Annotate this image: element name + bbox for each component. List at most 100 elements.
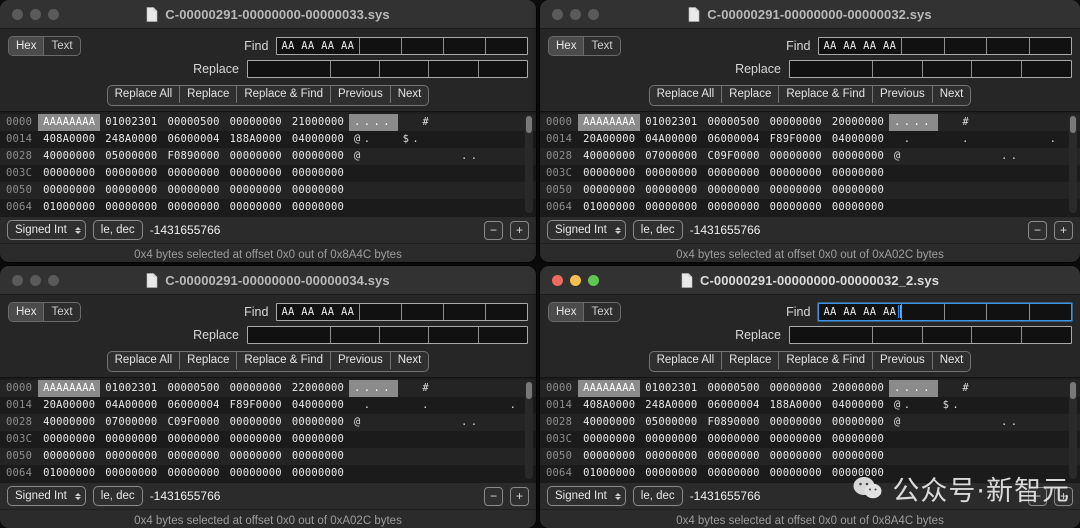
replace-input[interactable] bbox=[246, 59, 528, 78]
hex-text-segmented-control[interactable]: Hex Text bbox=[548, 301, 621, 322]
segment-text[interactable]: Text bbox=[583, 302, 619, 321]
next-button[interactable]: Next bbox=[931, 352, 971, 369]
minimize-button[interactable] bbox=[570, 274, 581, 286]
maximize-button[interactable] bbox=[588, 274, 599, 286]
find-cell-1[interactable] bbox=[902, 37, 945, 54]
find-cell-4[interactable] bbox=[1030, 38, 1071, 54]
hex-view[interactable]: 0000 0014 0028 003C 0050 0064 AAAAAAAA 01002301… bbox=[540, 111, 1080, 216]
segment-text[interactable]: Text bbox=[583, 36, 619, 55]
scrollbar-thumb[interactable] bbox=[1070, 382, 1076, 399]
segment-hex[interactable]: Hex bbox=[549, 302, 584, 321]
find-cell-1[interactable] bbox=[360, 37, 403, 54]
replace-cell-0[interactable] bbox=[790, 60, 873, 77]
segment-text[interactable]: Text bbox=[43, 36, 79, 55]
ascii-row[interactable] bbox=[349, 165, 536, 182]
hex-column[interactable]: AAAAAAAA 01002301 00000500 00000000 21000000… bbox=[38, 112, 350, 216]
segment-hex[interactable]: Hex bbox=[549, 36, 584, 55]
find-cell-4[interactable] bbox=[486, 304, 527, 320]
hex-scrollbar[interactable] bbox=[1069, 381, 1077, 479]
replace-cell-4[interactable] bbox=[1022, 61, 1071, 77]
find-cell-3[interactable] bbox=[987, 37, 1030, 54]
replace-cell-0[interactable] bbox=[248, 60, 331, 77]
close-button[interactable] bbox=[12, 8, 23, 20]
replace-input[interactable] bbox=[788, 325, 1072, 344]
hex-scrollbar[interactable] bbox=[525, 381, 533, 479]
hex-view[interactable]: 0000 0014 0028 003C 0050 0064 AAAAAAAA 01002301… bbox=[0, 377, 536, 482]
hex-view[interactable]: 0000 0014 0028 003C 0050 0064 AAAAAAAA 01002301… bbox=[0, 111, 536, 216]
hex-scrollbar[interactable] bbox=[525, 115, 533, 213]
hex-row[interactable]: 00000000 00000000 00000000 00000000 00000000 bbox=[38, 431, 350, 448]
ascii-row[interactable]: . . . . bbox=[889, 131, 1080, 148]
replace-cell-4[interactable] bbox=[1022, 327, 1071, 343]
replace-cell-4[interactable] bbox=[479, 327, 527, 343]
find-cell-0[interactable]: AA AA AA AA bbox=[819, 303, 903, 320]
decrement-button[interactable]: − bbox=[484, 220, 503, 240]
replace-cell-2[interactable] bbox=[380, 60, 430, 77]
hex-row[interactable]: 40000000 07000000 C09F0000 00000000 00000000 bbox=[578, 148, 890, 165]
hex-row[interactable]: AAAAAAAA 01002301 00000500 00000000 21000000 bbox=[38, 114, 350, 131]
ascii-row[interactable] bbox=[349, 182, 536, 199]
next-button[interactable]: Next bbox=[931, 86, 971, 103]
find-cell-1[interactable] bbox=[360, 303, 403, 320]
replace-cell-3[interactable] bbox=[429, 326, 479, 343]
hex-row[interactable]: 00000000 00000000 00000000 00000000 00000000 bbox=[38, 448, 350, 465]
ascii-row[interactable]: .... # ! bbox=[349, 114, 536, 131]
close-button[interactable] bbox=[552, 8, 563, 20]
hex-row[interactable]: 01000000 00000000 00000000 00000000 00000000 bbox=[578, 465, 890, 482]
previous-button[interactable]: Previous bbox=[871, 86, 932, 103]
maximize-button[interactable] bbox=[48, 274, 59, 286]
increment-button[interactable]: + bbox=[510, 220, 529, 240]
titlebar[interactable]: C-00000291-00000000-00000032_2.sys bbox=[540, 266, 1080, 295]
hex-row[interactable]: 00000000 00000000 00000000 00000000 00000000 bbox=[578, 448, 890, 465]
segment-hex[interactable]: Hex bbox=[9, 36, 44, 55]
hex-column[interactable]: AAAAAAAA 01002301 00000500 00000000 20000000… bbox=[578, 112, 890, 216]
ascii-row[interactable] bbox=[889, 431, 1080, 448]
replace-button[interactable]: Replace bbox=[721, 352, 778, 369]
increment-button[interactable]: + bbox=[1054, 486, 1073, 506]
find-input[interactable]: AA AA AA AA bbox=[276, 36, 528, 55]
replace-cell-0[interactable] bbox=[248, 326, 331, 343]
maximize-button[interactable] bbox=[48, 8, 59, 20]
replace-cell-3[interactable] bbox=[972, 326, 1023, 343]
replace-cell-1[interactable] bbox=[331, 60, 381, 77]
find-cell-3[interactable] bbox=[444, 37, 487, 54]
hex-view[interactable]: 0000 0014 0028 003C 0050 0064 AAAAAAAA 01002301… bbox=[540, 377, 1080, 482]
find-cell-2[interactable] bbox=[945, 37, 988, 54]
ascii-row[interactable] bbox=[889, 182, 1080, 199]
ascii-row[interactable] bbox=[349, 431, 536, 448]
minimize-button[interactable] bbox=[30, 8, 41, 20]
previous-button[interactable]: Previous bbox=[329, 352, 390, 369]
next-button[interactable]: Next bbox=[389, 352, 429, 369]
scrollbar-thumb[interactable] bbox=[526, 116, 532, 133]
segment-hex[interactable]: Hex bbox=[9, 302, 44, 321]
hex-text-segmented-control[interactable]: Hex Text bbox=[8, 35, 81, 56]
replace-cell-1[interactable] bbox=[873, 60, 923, 77]
hex-row[interactable]: 01000000 00000000 00000000 00000000 00000000 bbox=[38, 465, 350, 482]
replace-and-find-button[interactable]: Replace & Find bbox=[778, 352, 872, 369]
ascii-row[interactable]: @ .. bbox=[889, 148, 1080, 165]
ascii-row[interactable]: . . . . bbox=[349, 397, 536, 414]
hex-row[interactable]: 408A0000 248A0000 06000004 188A0000 04000000 bbox=[578, 397, 890, 414]
hex-row[interactable]: AAAAAAAA 01002301 00000500 00000000 22000000 bbox=[38, 380, 350, 397]
ascii-row[interactable] bbox=[349, 465, 536, 482]
segment-text[interactable]: Text bbox=[43, 302, 79, 321]
replace-all-button[interactable]: Replace All bbox=[108, 86, 180, 103]
increment-button[interactable]: + bbox=[510, 486, 529, 506]
replace-all-button[interactable]: Replace All bbox=[108, 352, 180, 369]
find-cell-4[interactable] bbox=[486, 38, 527, 54]
ascii-row[interactable]: @ .. bbox=[349, 414, 536, 431]
hex-row[interactable]: 00000000 00000000 00000000 00000000 00000000 bbox=[578, 182, 890, 199]
ascii-row[interactable]: @. $. . bbox=[889, 397, 1080, 414]
find-cell-2[interactable] bbox=[402, 37, 445, 54]
replace-cell-2[interactable] bbox=[380, 326, 430, 343]
hex-row[interactable]: 01000000 00000000 00000000 00000000 00000000 bbox=[38, 199, 350, 216]
replace-cell-1[interactable] bbox=[331, 326, 381, 343]
replace-and-find-button[interactable]: Replace & Find bbox=[236, 86, 330, 103]
find-cell-0[interactable]: AA AA AA AA bbox=[819, 37, 903, 54]
hex-row[interactable]: 40000000 07000000 C09F0000 00000000 00000000 bbox=[38, 414, 350, 431]
maximize-button[interactable] bbox=[588, 8, 599, 20]
find-cell-2[interactable] bbox=[402, 303, 445, 320]
replace-and-find-button[interactable]: Replace & Find bbox=[236, 352, 330, 369]
titlebar[interactable]: C-00000291-00000000-00000033.sys bbox=[0, 0, 536, 29]
hex-text-segmented-control[interactable]: Hex Text bbox=[8, 301, 81, 322]
